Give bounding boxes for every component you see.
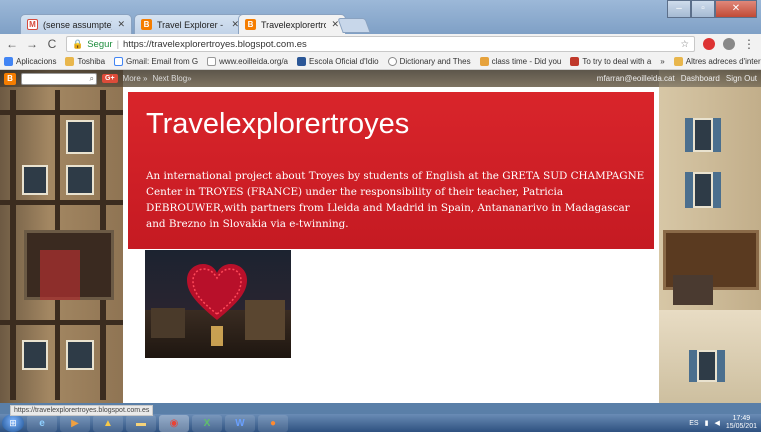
- bookmark-item[interactable]: Toshiba: [65, 57, 105, 66]
- bookmark-item[interactable]: www.eoilleida.org/a: [207, 57, 288, 66]
- heart-sculpture-photo[interactable]: [145, 250, 291, 358]
- blog-description: An international project about Troyes by…: [146, 170, 645, 230]
- bookmark-label: Dictionary and Thes: [399, 57, 471, 66]
- user-email: mfarran@eoilleida.cat: [596, 74, 675, 83]
- tab-travelexplorertroyes[interactable]: B Travelexplorertroyes ✕: [238, 14, 346, 34]
- bookmark-label: Gmail: Email from G: [126, 57, 199, 66]
- tab-gmail[interactable]: M (sense assumpte) - mfarr ✕: [20, 14, 132, 34]
- web-page: B ⌕ G+ More » Next Blog» mfarran@eoillei…: [0, 70, 761, 403]
- bookmark-item[interactable]: Dictionary and Thes: [387, 57, 471, 66]
- blogger-navbar: B ⌕ G+ More » Next Blog» mfarran@eoillei…: [0, 70, 761, 87]
- blog-header: Travelexplorertroyes An international pr…: [128, 92, 654, 249]
- bookmark-item[interactable]: class time - Did you: [479, 57, 562, 66]
- new-tab-button[interactable]: [337, 18, 371, 33]
- blogger-icon[interactable]: B: [4, 72, 16, 85]
- background-photo-left: [0, 70, 123, 403]
- google-plus-button[interactable]: G+: [102, 74, 118, 83]
- browser-titlebar: M (sense assumpte) - mfarr ✕ B Travel Ex…: [0, 0, 761, 34]
- bookmark-item[interactable]: Altres adreces d'interè: [673, 57, 761, 66]
- bookmark-label: Altres adreces d'interè: [685, 57, 761, 66]
- close-window-button[interactable]: ✕: [715, 0, 757, 18]
- google-icon: [114, 57, 124, 66]
- bookmark-item[interactable]: To try to deal with a: [570, 57, 651, 66]
- folder-icon: [673, 57, 683, 66]
- forward-icon[interactable]: →: [26, 37, 38, 51]
- class-icon: [479, 57, 489, 66]
- bookmark-item[interactable]: Aplicacions: [4, 57, 56, 66]
- blogger-icon: B: [245, 19, 256, 30]
- sign-out-link[interactable]: Sign Out: [726, 74, 757, 83]
- folder-icon[interactable]: ▬: [126, 414, 156, 432]
- maximize-button[interactable]: ▫: [691, 0, 715, 18]
- star-icon[interactable]: ☆: [680, 39, 689, 50]
- language-indicator[interactable]: ES: [689, 420, 698, 427]
- status-url: https://travelexplorertroyes.blogspot.co…: [10, 405, 154, 416]
- window-controls: – ▫ ✕: [667, 0, 757, 18]
- bookmarks-bar: Aplicacions Toshiba Gmail: Email from G …: [0, 54, 761, 70]
- extension-icon[interactable]: [723, 38, 735, 50]
- bookmark-label: Aplicacions: [16, 57, 57, 66]
- dictionary-icon: [387, 57, 397, 66]
- extension-icon[interactable]: [703, 38, 715, 50]
- blog-main-column: Travelexplorertroyes An international pr…: [123, 87, 659, 403]
- reload-icon[interactable]: C: [46, 37, 58, 51]
- secure-label: Segur: [87, 38, 113, 50]
- browser-toolbar: ← → C 🔒 Segur | https://travelexplorertr…: [0, 34, 761, 54]
- bookmark-item[interactable]: Escola Oficial d'Idio: [297, 57, 379, 66]
- bookmark-label: To try to deal with a: [582, 57, 652, 66]
- bookmark-label: class time - Did you: [491, 57, 562, 66]
- tab-travel-explorer[interactable]: B Travel Explorer - Catalog ✕: [134, 14, 246, 34]
- blogger-icon: B: [141, 19, 152, 30]
- volume-icon[interactable]: ◀: [714, 419, 719, 427]
- chrome-icon[interactable]: ◉: [159, 414, 189, 432]
- tab-title: (sense assumpte) - mfarr: [43, 19, 113, 30]
- lock-icon: 🔒: [72, 38, 84, 49]
- navbar-user-area: mfarran@eoilleida.cat Dashboard Sign Out: [597, 74, 757, 83]
- back-icon[interactable]: ←: [6, 37, 18, 51]
- system-tray: ES ▮ ◀ 17:49 15/05/201: [689, 415, 761, 431]
- windows-taskbar: ⊞ e ▶ ▲ ▬ ◉ X W ● ES ▮ ◀ 17:49 15/05/201: [0, 414, 761, 432]
- clock-time: 17:49: [732, 415, 751, 422]
- start-button[interactable]: ⊞: [2, 414, 24, 432]
- close-icon[interactable]: ✕: [117, 19, 125, 30]
- menu-icon[interactable]: ⋮: [743, 37, 755, 51]
- bookmark-item[interactable]: Gmail: Email from G: [114, 57, 198, 66]
- excel-icon[interactable]: X: [192, 414, 222, 432]
- school-icon: [297, 57, 306, 66]
- bookmark-label: »: [660, 57, 665, 66]
- heart-icon: [187, 264, 247, 320]
- deal-icon: [570, 57, 580, 66]
- network-icon[interactable]: ▮: [705, 419, 709, 427]
- address-separator: |: [116, 38, 120, 50]
- word-icon[interactable]: W: [225, 414, 255, 432]
- tab-title: Travelexplorertroyes: [261, 19, 326, 30]
- media-player-icon[interactable]: ▶: [60, 414, 90, 432]
- bookmark-label: Toshiba: [77, 57, 106, 66]
- drive-icon[interactable]: ▲: [93, 414, 123, 432]
- background-photo-right: [659, 70, 761, 403]
- gmail-icon: M: [27, 19, 38, 30]
- bookmark-label: www.eoilleida.org/a: [219, 57, 288, 66]
- ie-icon[interactable]: e: [27, 414, 57, 432]
- search-icon[interactable]: ⌕: [90, 74, 94, 84]
- tab-title: Travel Explorer - Catalog: [157, 19, 226, 30]
- address-bar[interactable]: 🔒 Segur | https://travelexplorertroyes.b…: [66, 36, 695, 52]
- dashboard-link[interactable]: Dashboard: [681, 74, 720, 83]
- firefox-icon[interactable]: ●: [258, 414, 288, 432]
- bookmark-overflow[interactable]: »: [660, 57, 664, 66]
- blog-title[interactable]: Travelexplorertroyes: [146, 108, 409, 141]
- page-icon: [207, 57, 217, 66]
- more-link[interactable]: More »: [123, 74, 148, 83]
- url-text: https://travelexplorertroyes.blogspot.co…: [123, 38, 307, 50]
- blog-search-input[interactable]: ⌕: [21, 72, 97, 85]
- clock-date: 15/05/201: [725, 423, 757, 430]
- folder-icon: [65, 57, 75, 66]
- next-blog-link[interactable]: Next Blog»: [152, 74, 191, 83]
- minimize-button[interactable]: –: [667, 0, 691, 18]
- bookmark-label: Escola Oficial d'Idio: [309, 57, 379, 66]
- clock[interactable]: 17:49 15/05/201: [726, 415, 757, 431]
- apps-icon: [4, 57, 13, 66]
